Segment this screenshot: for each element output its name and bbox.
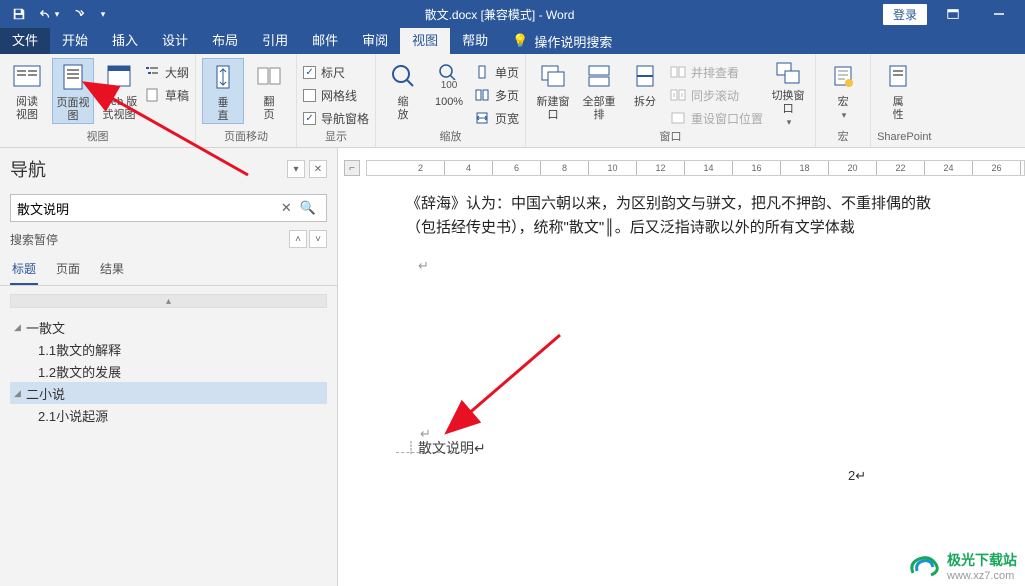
- prev-result-button[interactable]: ˄: [289, 230, 307, 248]
- tree-item[interactable]: 2.1小说起源: [10, 404, 327, 426]
- view-side-by-side-button: 并排查看: [670, 62, 763, 82]
- page-number: 2↵: [848, 468, 866, 484]
- zoom-100-button[interactable]: 100100%: [428, 58, 470, 124]
- group-macros: 宏▾ 宏: [816, 54, 871, 147]
- tell-me-search[interactable]: 💡 操作说明搜索: [500, 32, 612, 51]
- arrange-all-button[interactable]: 全部重排: [578, 58, 620, 124]
- nav-search-input[interactable]: [17, 201, 277, 216]
- ribbon-options-button[interactable]: [933, 0, 973, 28]
- tab-insert[interactable]: 插入: [100, 28, 150, 54]
- nav-title: 导航: [10, 156, 287, 182]
- title-bar: ▾ ▾ 散文.docx [兼容模式] - Word 登录: [0, 0, 1025, 28]
- print-layout-button[interactable]: 页面视图: [52, 58, 94, 124]
- login-button[interactable]: 登录: [883, 4, 927, 25]
- tab-layout[interactable]: 布局: [200, 28, 250, 54]
- nav-tree: ◢一散文 1.1散文的解释 1.2散文的发展 ◢二小说 2.1小说起源: [0, 312, 337, 586]
- tell-me-label: 操作说明搜索: [534, 32, 612, 51]
- read-mode-button[interactable]: 阅读 视图: [6, 58, 48, 124]
- tab-review[interactable]: 审阅: [350, 28, 400, 54]
- one-page-button[interactable]: 单页: [474, 62, 519, 82]
- tab-home[interactable]: 开始: [50, 28, 100, 54]
- page-width-button[interactable]: 页宽: [474, 108, 519, 128]
- tab-references[interactable]: 引用: [250, 28, 300, 54]
- nav-tab-results[interactable]: 结果: [98, 254, 126, 285]
- redo-button[interactable]: [66, 2, 92, 26]
- clear-search-icon[interactable]: ✕: [277, 200, 296, 216]
- tree-item[interactable]: 1.2散文的发展: [10, 360, 327, 382]
- qat-customize-button[interactable]: ▾: [96, 2, 110, 26]
- new-window-button[interactable]: 新建窗口: [532, 58, 574, 124]
- reset-window-pos-button: 重设窗口位置: [670, 108, 763, 128]
- tab-design[interactable]: 设计: [150, 28, 200, 54]
- tab-file[interactable]: 文件: [0, 28, 50, 54]
- tree-item[interactable]: 1.1散文的解释: [10, 338, 327, 360]
- draft-button[interactable]: 草稿: [144, 85, 189, 105]
- undo-button[interactable]: ▾: [36, 2, 62, 26]
- properties-button[interactable]: 属 性: [877, 58, 919, 124]
- gridlines-checkbox[interactable]: 网格线: [303, 85, 369, 105]
- document-title: 散文.docx [兼容模式] - Word: [116, 6, 883, 23]
- outline-button[interactable]: 大纲: [144, 62, 189, 82]
- sync-scroll-button: 同步滚动: [670, 85, 763, 105]
- tab-view[interactable]: 视图: [400, 28, 450, 54]
- search-icon[interactable]: 🔍: [296, 200, 320, 216]
- ruler-checkbox[interactable]: 标尺: [303, 62, 369, 82]
- side-to-side-button[interactable]: 翻 页: [248, 58, 290, 124]
- vertical-button[interactable]: 垂 直: [202, 58, 244, 124]
- zoom-button[interactable]: 缩 放: [382, 58, 424, 124]
- group-sharepoint: 属 性 SharePoint: [871, 54, 937, 147]
- web-layout-button[interactable]: Web 版式视图: [98, 58, 140, 124]
- ribbon: 阅读 视图 页面视图 Web 版式视图 大纲 草稿 视图 垂 直 翻 页 页面移…: [0, 54, 1025, 148]
- next-result-button[interactable]: ˅: [309, 230, 327, 248]
- collapse-all-button[interactable]: ▴: [10, 294, 327, 308]
- paragraph-mark-icon: ↵: [418, 258, 429, 274]
- group-show: 标尺 网格线 导航窗格 显示: [297, 54, 376, 147]
- minimize-button[interactable]: [979, 0, 1019, 28]
- nav-close-button[interactable]: ✕: [309, 160, 327, 178]
- document-area[interactable]: ⌐ 2468101214161820222426 《辞海》认为：中国六朝以来，为…: [338, 148, 1025, 586]
- nav-pane-checkbox[interactable]: 导航窗格: [303, 108, 369, 128]
- group-page-movement: 垂 直 翻 页 页面移动: [196, 54, 297, 147]
- save-button[interactable]: [6, 2, 32, 26]
- tree-item[interactable]: ◢二小说: [10, 382, 327, 404]
- horizontal-ruler[interactable]: 2468101214161820222426: [366, 160, 1025, 176]
- nav-dropdown-button[interactable]: ▾: [287, 160, 305, 178]
- document-text[interactable]: 《辞海》认为：中国六朝以来，为区别韵文与骈文，把凡不押韵、不重排偶的散 （包括经…: [406, 192, 1015, 240]
- tab-help[interactable]: 帮助: [450, 28, 500, 54]
- split-button[interactable]: 拆分: [624, 58, 666, 124]
- nav-tab-pages[interactable]: 页面: [54, 254, 82, 285]
- watermark: 极光下载站 www.xz7.com: [907, 550, 1017, 582]
- macros-button[interactable]: 宏▾: [822, 58, 864, 124]
- navigation-pane: 导航 ▾ ✕ ✕ 🔍 搜索暂停 ˄˅ 标题 页面 结果 ▴ ◢一散文 1.1散文…: [0, 148, 338, 586]
- search-status: 搜索暂停: [10, 231, 58, 248]
- menu-bar: 文件 开始 插入 设计 布局 引用 邮件 审阅 视图 帮助 💡 操作说明搜索: [0, 28, 1025, 54]
- switch-windows-button[interactable]: 切换窗口▾: [767, 58, 809, 124]
- nav-search-box[interactable]: ✕ 🔍: [10, 194, 327, 222]
- watermark-logo-icon: [907, 551, 941, 581]
- lightbulb-icon: 💡: [512, 33, 528, 49]
- group-zoom: 缩 放 100100% 单页 多页 页宽 缩放: [376, 54, 526, 147]
- nav-tab-headings[interactable]: 标题: [10, 254, 38, 285]
- multi-page-button[interactable]: 多页: [474, 85, 519, 105]
- group-window: 新建窗口 全部重排 拆分 并排查看 同步滚动 重设窗口位置 切换窗口▾ 窗口: [526, 54, 816, 147]
- tree-item[interactable]: ◢一散文: [10, 316, 327, 338]
- ruler-corner[interactable]: ⌐: [344, 160, 360, 176]
- tab-mailings[interactable]: 邮件: [300, 28, 350, 54]
- group-views: 阅读 视图 页面视图 Web 版式视图 大纲 草稿 视图: [0, 54, 196, 147]
- footer-text[interactable]: ┊散文说明↵: [404, 438, 486, 458]
